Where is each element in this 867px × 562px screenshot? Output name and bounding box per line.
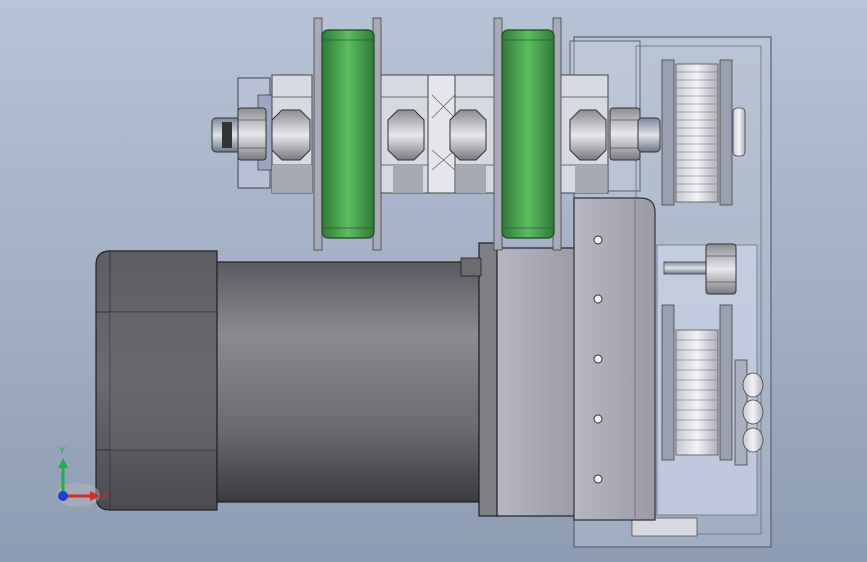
mount-hole [593, 474, 603, 484]
motor[interactable] [95, 242, 576, 517]
cad-viewport[interactable]: Y X [0, 0, 867, 562]
shaft-assembly[interactable] [211, 74, 661, 194]
hex-bolt-head [387, 109, 425, 161]
z-axis-origin-icon [58, 491, 68, 501]
hex-bolt-head [569, 109, 607, 161]
x-axis-label: X [102, 491, 109, 502]
y-axis-label: Y [58, 446, 66, 457]
mount-hole [593, 294, 603, 304]
drive-wheel-left[interactable] [313, 17, 382, 251]
cad-model-view[interactable]: Y X [0, 0, 867, 562]
mount-plate[interactable] [573, 197, 656, 521]
drive-wheel-right[interactable] [493, 17, 562, 251]
mount-hole [593, 235, 603, 245]
hex-bolt-head [271, 109, 311, 161]
hex-bolt-head [449, 109, 487, 161]
mount-hole [593, 354, 603, 364]
mount-hole [593, 414, 603, 424]
